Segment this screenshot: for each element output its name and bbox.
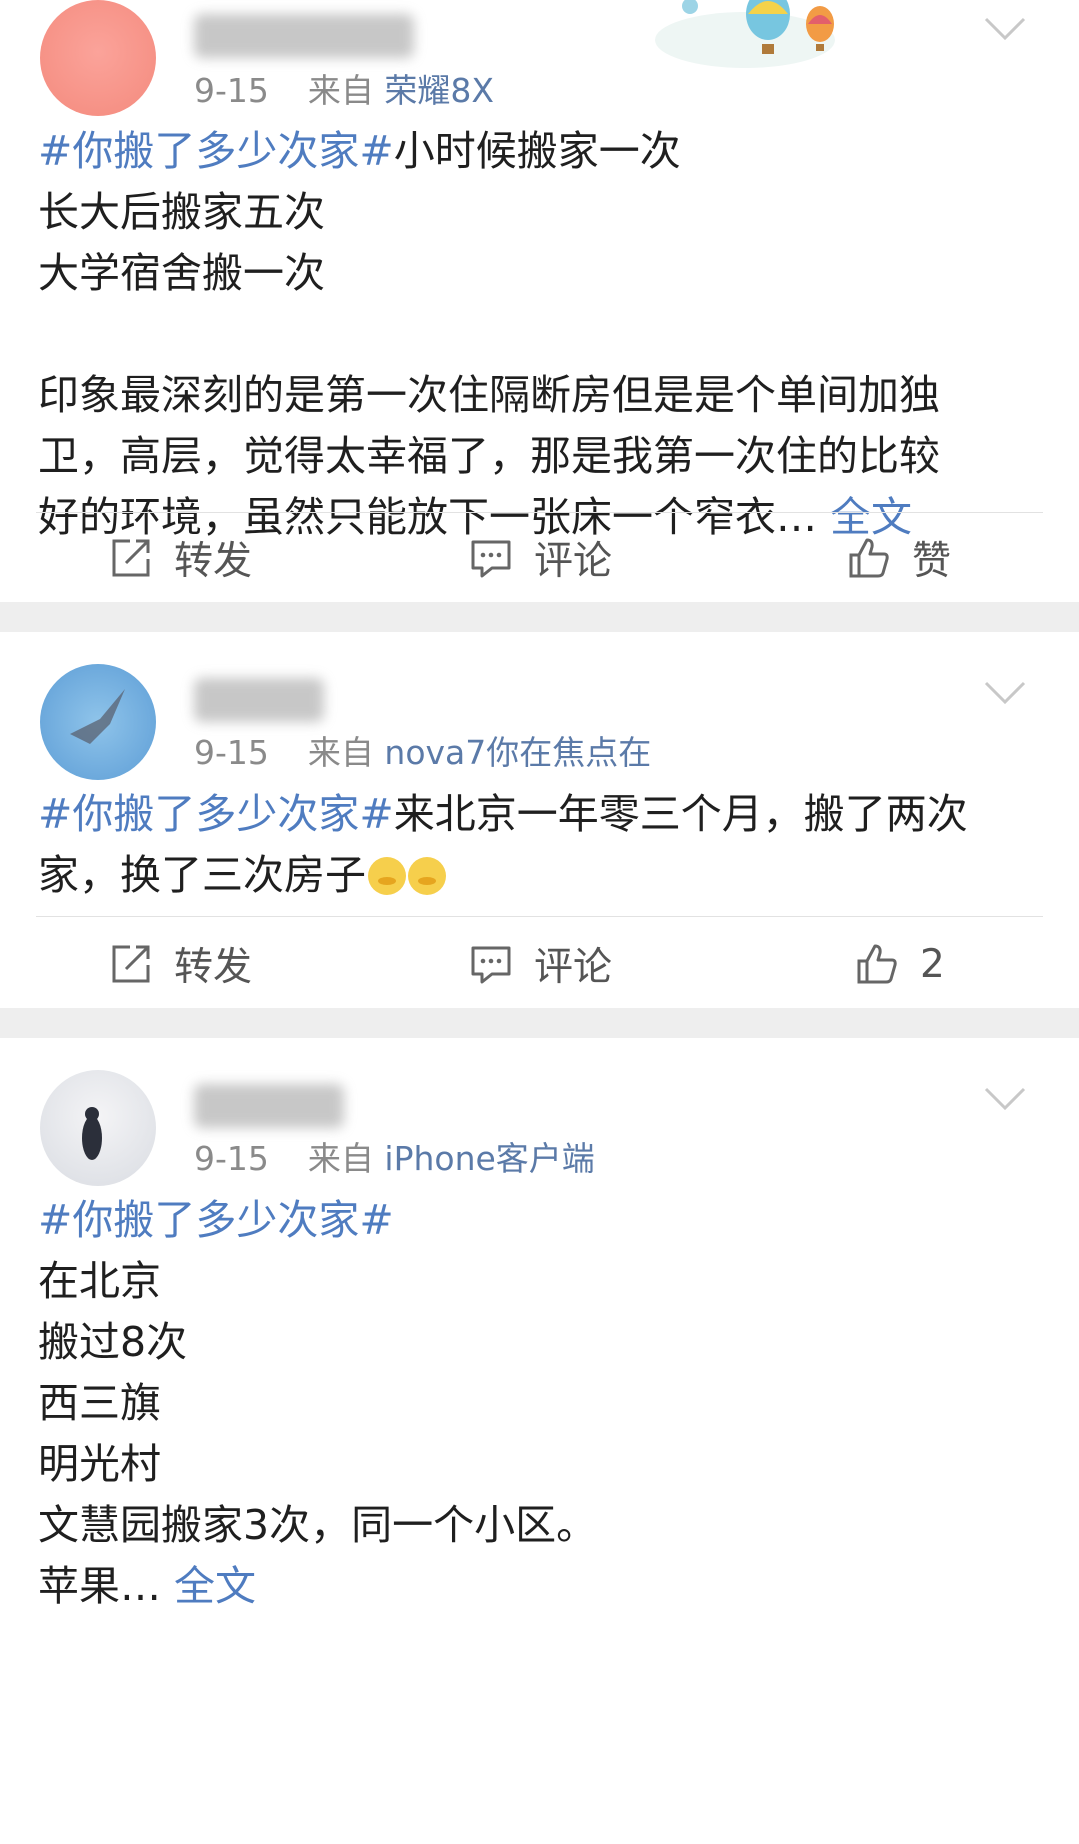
post-card-1: 9-15 来自 荣耀8X #你搬了多少次家#小时候搬家一次 长大后搬家五次 大学… xyxy=(0,0,1079,602)
repost-button[interactable]: 转发 xyxy=(108,508,252,608)
body-line: 西三旗 xyxy=(38,1379,161,1427)
body-line: 文慧园搬家3次，同一个小区。 xyxy=(38,1501,598,1549)
body-line: 长大后搬家五次 xyxy=(38,188,325,236)
body-line: 家，换了三次房子 xyxy=(38,851,366,899)
avatar[interactable] xyxy=(40,0,156,116)
post-meta: 9-15 来自 荣耀8X xyxy=(194,64,494,112)
body-line: 苹果… xyxy=(38,1562,161,1610)
topic-link[interactable]: #你搬了多少次家# xyxy=(38,1196,394,1244)
post-card-2: 9-15 来自 nova7你在焦点在 #你搬了多少次家#来北京一年零三个月，搬了… xyxy=(0,632,1079,1008)
read-more-link[interactable]: 全文 xyxy=(174,1562,256,1610)
thumbs-up-icon xyxy=(849,538,889,578)
comment-label: 评论 xyxy=(534,539,613,584)
penguin-image xyxy=(82,1107,102,1160)
from-label: 来自 xyxy=(307,733,374,772)
post-date: 9-15 xyxy=(194,71,269,110)
body-line: 大学宿舍搬一次 xyxy=(38,249,325,297)
chevron-down-icon[interactable] xyxy=(983,14,1027,44)
post-body: #你搬了多少次家#来北京一年零三个月，搬了两次 家，换了三次房子 xyxy=(38,784,1049,906)
body-text: 小时候搬家一次 xyxy=(393,127,681,175)
comment-label: 评论 xyxy=(534,945,613,990)
edit-share-icon xyxy=(112,539,150,577)
repost-button[interactable]: 转发 xyxy=(108,914,252,1014)
username-blurred[interactable] xyxy=(194,14,414,58)
post-card-3: 9-15 来自 iPhone客户端 #你搬了多少次家# 在北京 搬过8次 西三旗… xyxy=(0,1038,1079,1844)
post-body: #你搬了多少次家#小时候搬家一次 长大后搬家五次 大学宿舍搬一次 印象最深刻的是… xyxy=(38,121,1049,548)
body-line: 搬过8次 xyxy=(38,1318,188,1366)
section-separator xyxy=(0,602,1079,632)
topic-link[interactable]: #你搬了多少次家# xyxy=(38,790,394,838)
like-count: 2 xyxy=(920,941,945,987)
body-line: 在北京 xyxy=(38,1257,161,1305)
post-meta: 9-15 来自 nova7你在焦点在 xyxy=(194,726,651,774)
repost-label: 转发 xyxy=(174,539,253,584)
bird-image xyxy=(70,689,125,744)
post-meta: 9-15 来自 iPhone客户端 xyxy=(194,1132,595,1180)
shush-emoji-icon xyxy=(408,857,446,895)
post-date: 9-15 xyxy=(194,733,269,772)
username-blurred[interactable] xyxy=(194,1084,344,1128)
post-date: 9-15 xyxy=(194,1139,269,1178)
like-label: 赞 xyxy=(912,539,952,584)
topic-link[interactable]: #你搬了多少次家# xyxy=(38,127,394,175)
post-source[interactable]: nova7你在焦点在 xyxy=(384,733,651,772)
repost-label: 转发 xyxy=(174,945,253,990)
action-bar: 转发 评论 赞 xyxy=(0,508,1079,608)
body-line: 卫，高层，觉得太幸福了，那是我第一次住的比较 xyxy=(38,432,940,480)
section-separator xyxy=(0,1008,1079,1038)
like-button[interactable]: 赞 xyxy=(846,508,951,608)
chevron-down-icon[interactable] xyxy=(983,678,1027,708)
avatar[interactable] xyxy=(40,1070,156,1186)
post-source[interactable]: 荣耀8X xyxy=(384,71,494,110)
thumbs-up-icon xyxy=(857,944,897,984)
action-bar: 转发 评论 2 xyxy=(0,914,1079,1014)
shush-emoji-icon xyxy=(368,857,406,895)
body-text: 来北京一年零三个月，搬了两次 xyxy=(393,790,968,838)
avatar[interactable] xyxy=(40,664,156,780)
chevron-down-icon[interactable] xyxy=(983,1084,1027,1114)
from-label: 来自 xyxy=(307,71,374,110)
post-source[interactable]: iPhone客户端 xyxy=(384,1139,594,1178)
post-body: #你搬了多少次家# 在北京 搬过8次 西三旗 明光村 文慧园搬家3次，同一个小区… xyxy=(38,1190,1049,1617)
like-button[interactable]: 2 xyxy=(854,914,945,1014)
comment-icon xyxy=(471,946,511,984)
comment-button[interactable]: 评论 xyxy=(468,508,612,608)
balloon-decoration xyxy=(655,0,835,68)
from-label: 来自 xyxy=(307,1139,374,1178)
username-blurred[interactable] xyxy=(194,678,324,722)
body-line: 印象最深刻的是第一次住隔断房但是是个单间加独 xyxy=(38,371,940,419)
comment-icon xyxy=(471,540,511,578)
edit-share-icon xyxy=(112,945,150,983)
comment-button[interactable]: 评论 xyxy=(468,914,612,1014)
body-line: 明光村 xyxy=(38,1440,161,1488)
